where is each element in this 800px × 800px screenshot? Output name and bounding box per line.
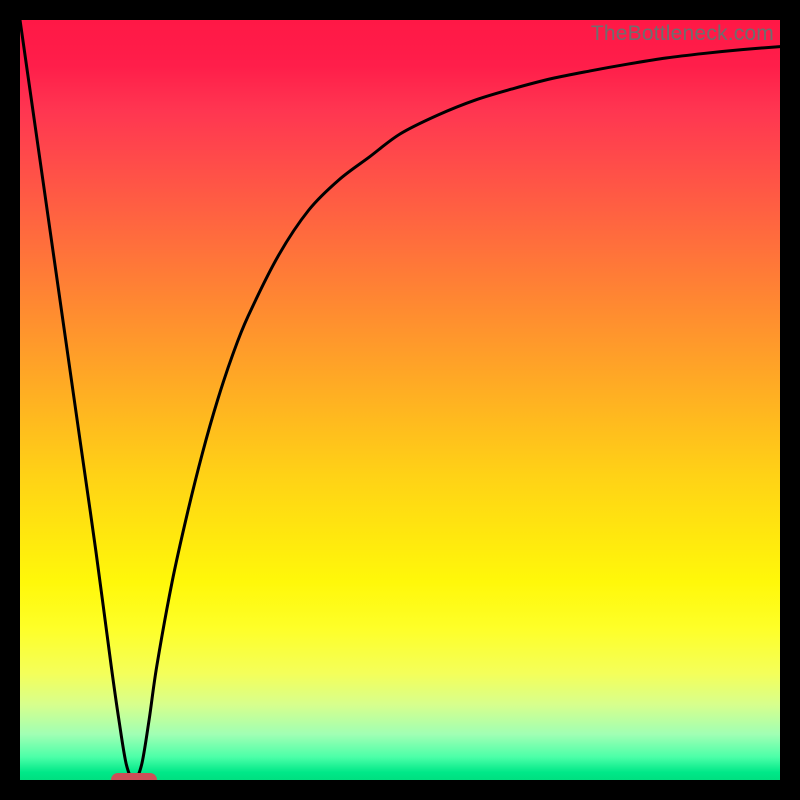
bottleneck-curve bbox=[20, 20, 780, 780]
chart-frame: TheBottleneck.com bbox=[20, 20, 780, 780]
curve-layer bbox=[20, 20, 780, 780]
plot-area: TheBottleneck.com bbox=[20, 20, 780, 780]
optimal-point-marker bbox=[111, 773, 157, 780]
